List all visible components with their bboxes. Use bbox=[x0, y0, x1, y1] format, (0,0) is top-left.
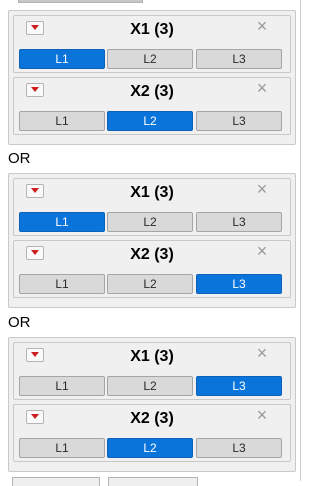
panel-title: X1 (3) bbox=[130, 348, 174, 365]
close-icon[interactable]: × bbox=[255, 180, 269, 198]
bottom-button-edge[interactable] bbox=[108, 477, 198, 486]
close-icon[interactable]: × bbox=[255, 344, 269, 362]
level-button-l1[interactable]: L1 bbox=[19, 49, 105, 69]
level-button-l1[interactable]: L1 bbox=[19, 376, 105, 396]
level-button-l1[interactable]: L1 bbox=[19, 274, 105, 294]
scroll-divider bbox=[300, 0, 301, 481]
factor-panel-x1: X1 (3) × L1 L2 L3 bbox=[13, 178, 291, 236]
condition-group-3: X1 (3) × L1 L2 L3 X2 (3) × L1 L2 L3 bbox=[8, 337, 296, 472]
level-button-l1[interactable]: L1 bbox=[19, 212, 105, 232]
level-button-l2[interactable]: L2 bbox=[107, 111, 193, 131]
level-button-l3[interactable]: L3 bbox=[196, 376, 282, 396]
close-icon[interactable]: × bbox=[255, 242, 269, 260]
level-button-l2[interactable]: L2 bbox=[107, 274, 193, 294]
condition-group-2: X1 (3) × L1 L2 L3 X2 (3) × L1 L2 L3 bbox=[8, 173, 296, 308]
level-button-l1[interactable]: L1 bbox=[19, 111, 105, 131]
level-button-l3[interactable]: L3 bbox=[196, 212, 282, 232]
factor-panel-x2: X2 (3) × L1 L2 L3 bbox=[13, 77, 291, 135]
level-button-l3[interactable]: L3 bbox=[196, 274, 282, 294]
level-button-l3[interactable]: L3 bbox=[196, 111, 282, 131]
factor-panel-x2: X2 (3) × L1 L2 L3 bbox=[13, 240, 291, 298]
or-separator: OR bbox=[8, 150, 31, 167]
condition-group-1: X1 (3) × L1 L2 L3 X2 (3) × L1 L2 L3 bbox=[8, 10, 296, 145]
level-button-l3[interactable]: L3 bbox=[196, 49, 282, 69]
close-icon[interactable]: × bbox=[255, 79, 269, 97]
close-icon[interactable]: × bbox=[255, 17, 269, 35]
level-button-l1[interactable]: L1 bbox=[19, 438, 105, 458]
level-button-l2[interactable]: L2 bbox=[107, 376, 193, 396]
level-button-l3[interactable]: L3 bbox=[196, 438, 282, 458]
factor-panel-x1: X1 (3) × L1 L2 L3 bbox=[13, 15, 291, 73]
level-button-l2[interactable]: L2 bbox=[107, 212, 193, 232]
close-icon[interactable]: × bbox=[255, 406, 269, 424]
factor-panel-x1: X1 (3) × L1 L2 L3 bbox=[13, 342, 291, 400]
panel-title: X2 (3) bbox=[130, 83, 174, 100]
level-button-l2[interactable]: L2 bbox=[107, 438, 193, 458]
or-separator: OR bbox=[8, 314, 31, 331]
panel-title: X1 (3) bbox=[130, 21, 174, 38]
top-edge-tab bbox=[18, 0, 143, 3]
factor-panel-x2: X2 (3) × L1 L2 L3 bbox=[13, 404, 291, 462]
panel-title: X1 (3) bbox=[130, 184, 174, 201]
bottom-button-edge[interactable] bbox=[12, 477, 100, 486]
level-button-l2[interactable]: L2 bbox=[107, 49, 193, 69]
panel-title: X2 (3) bbox=[130, 410, 174, 427]
panel-title: X2 (3) bbox=[130, 246, 174, 263]
